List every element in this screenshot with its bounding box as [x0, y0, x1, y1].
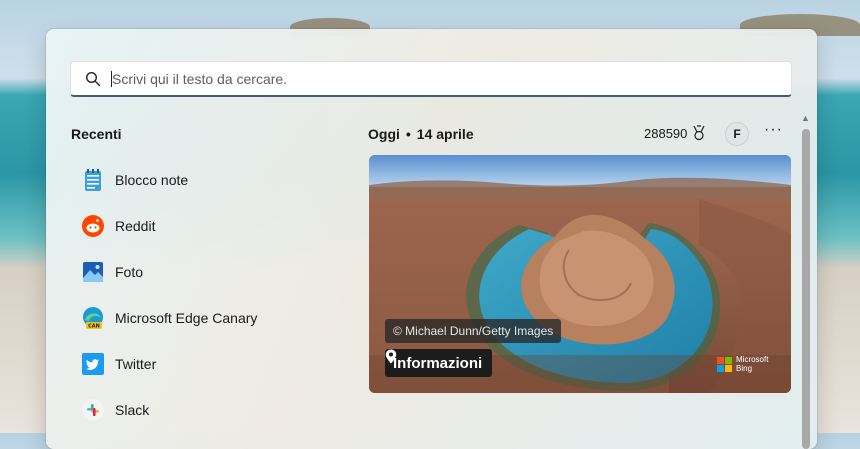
today-date: 14 aprile: [416, 126, 474, 142]
slack-icon: [81, 398, 105, 422]
recent-title: Recenti: [71, 126, 122, 142]
photos-icon: [81, 260, 105, 284]
info-button-label: Informazioni: [393, 354, 483, 372]
recent-item-notepad[interactable]: Blocco note: [71, 157, 341, 203]
search-box[interactable]: Scrivi qui il testo da cercare.: [70, 61, 792, 97]
bing-daily-image-card[interactable]: © Michael Dunn/Getty Images Informazioni…: [369, 155, 791, 393]
profile-avatar[interactable]: F: [725, 122, 749, 146]
recent-item-photos[interactable]: Foto: [71, 249, 341, 295]
recent-item-label: Twitter: [115, 356, 157, 372]
brand-line-2: Bing: [736, 364, 753, 373]
recent-item-label: Foto: [115, 264, 144, 280]
scroll-up-icon[interactable]: ▲: [801, 113, 810, 123]
recent-item-twitter[interactable]: Twitter: [71, 341, 341, 387]
recent-item-label: Reddit: [115, 218, 156, 234]
rewards-medal-icon: [693, 125, 705, 141]
microsoft-bing-logo: Microsoft Bing: [717, 355, 768, 373]
more-options-button[interactable]: ···: [764, 121, 783, 139]
scrollbar-thumb[interactable]: [802, 129, 810, 449]
notepad-icon: [81, 168, 105, 192]
info-button[interactable]: Informazioni: [385, 349, 493, 377]
recent-item-reddit[interactable]: Reddit: [71, 203, 341, 249]
edge-canary-icon: CAN: [81, 306, 105, 330]
brand-line-1: Microsoft: [736, 355, 769, 364]
rewards-points[interactable]: 288590: [644, 125, 707, 141]
recent-item-label: Slack: [115, 402, 150, 418]
location-pin-icon: [385, 349, 397, 364]
recent-item-label: Microsoft Edge Canary: [115, 310, 258, 326]
recent-list: Blocco note Reddit Foto CAN Microsoft Ed…: [71, 157, 341, 433]
image-credit: © Michael Dunn/Getty Images: [385, 319, 562, 343]
svg-text:CAN: CAN: [88, 324, 100, 330]
search-icon: [85, 71, 101, 86]
recent-item-slack[interactable]: Slack: [71, 387, 341, 433]
scrollbar[interactable]: ▲: [798, 109, 814, 449]
today-separator: •: [405, 126, 411, 142]
rewards-points-value: 288590: [644, 125, 688, 141]
recent-item-edge-canary[interactable]: CAN Microsoft Edge Canary: [71, 295, 341, 341]
today-label: Oggi: [368, 126, 400, 142]
today-heading: Oggi • 14 aprile: [368, 126, 474, 142]
search-panel: Scrivi qui il testo da cercare. Recenti …: [46, 29, 817, 449]
recent-item-label: Blocco note: [115, 172, 189, 188]
microsoft-logo-icon: [717, 356, 732, 372]
reddit-icon: [81, 214, 105, 238]
search-input[interactable]: Scrivi qui il testo da cercare.: [112, 71, 287, 87]
twitter-icon: [81, 352, 105, 376]
